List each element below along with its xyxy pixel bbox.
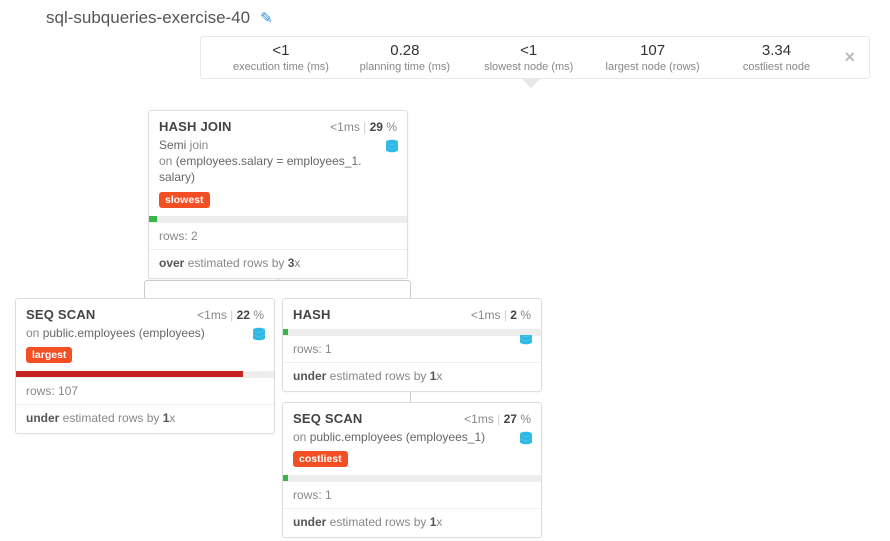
progress-bar xyxy=(149,216,407,222)
stat-label: execution time (ms) xyxy=(219,61,343,73)
stat-largest-node: 107 largest node (rows) xyxy=(591,42,715,73)
est-word: under xyxy=(26,411,59,425)
database-icon xyxy=(385,139,399,158)
progress-bar xyxy=(283,329,541,335)
node-title: HASH xyxy=(293,307,331,322)
database-icon xyxy=(252,327,266,346)
stat-value: 107 xyxy=(591,42,715,59)
page-title-row: sql-subqueries-exercise-40 ✎ xyxy=(46,8,273,28)
est-word: over xyxy=(159,256,184,270)
scan-target: public.employees (employees_1) xyxy=(310,430,485,444)
rows-label: rows: 107 xyxy=(16,377,274,405)
stat-value: <1 xyxy=(219,42,343,59)
badge-slowest: slowest xyxy=(159,192,210,208)
stat-label: slowest node (ms) xyxy=(467,61,591,73)
est-word: under xyxy=(293,369,326,383)
node-meta: <1ms | 29 % xyxy=(330,120,397,134)
node-time: <1ms xyxy=(197,308,227,322)
node-body: on public.employees (employees) largest … xyxy=(16,325,274,433)
stat-value: 0.28 xyxy=(343,42,467,59)
node-pct: 29 xyxy=(370,120,383,134)
node-seq-scan-1[interactable]: SEQ SCAN <1ms | 22 % on public.employees… xyxy=(15,298,275,434)
scan-target: public.employees (employees) xyxy=(43,326,205,340)
node-time: <1ms xyxy=(464,412,494,426)
node-body: on public.employees (employees_1) costli… xyxy=(283,429,541,537)
node-pct: 22 xyxy=(237,308,250,322)
stat-label: largest node (rows) xyxy=(591,61,715,73)
node-description: on public.employees (employees_1) xyxy=(293,429,531,445)
stat-execution-time: <1 execution time (ms) xyxy=(219,42,343,73)
on-label: on xyxy=(293,430,310,444)
badge-costliest: costliest xyxy=(293,451,348,467)
node-time: <1ms xyxy=(330,120,360,134)
progress-bar xyxy=(16,371,274,377)
node-description: on public.employees (employees) xyxy=(26,325,264,341)
node-meta: <1ms | 2 % xyxy=(471,308,531,322)
node-hash[interactable]: HASH <1ms | 2 % rows: 1 under estimated … xyxy=(282,298,542,392)
estimate-label: over estimated rows by 3x xyxy=(149,250,407,278)
stat-planning-time: 0.28 planning time (ms) xyxy=(343,42,467,73)
on-label: on xyxy=(159,154,176,168)
node-header: HASH <1ms | 2 % xyxy=(283,299,541,325)
rows-value: 2 xyxy=(191,229,198,243)
rows-label: rows: 1 xyxy=(283,335,541,363)
node-header: SEQ SCAN <1ms | 27 % xyxy=(283,403,541,429)
pct-sign: % xyxy=(386,120,397,134)
node-title: SEQ SCAN xyxy=(26,307,96,322)
rows-value: 1 xyxy=(325,342,332,356)
rows-label: rows: 1 xyxy=(283,481,541,509)
stat-value: <1 xyxy=(467,42,591,59)
estimate-label: under estimated rows by 1x xyxy=(16,405,274,433)
estimate-label: under estimated rows by 1x xyxy=(283,509,541,537)
node-pct: 27 xyxy=(504,412,517,426)
node-description: Semi join on (employees.salary = employe… xyxy=(159,137,397,186)
close-icon[interactable]: × xyxy=(838,47,861,68)
join-word: join xyxy=(186,138,208,152)
stat-value: 3.34 xyxy=(715,42,839,59)
stat-label: planning time (ms) xyxy=(343,61,467,73)
est-word: under xyxy=(293,515,326,529)
node-header: HASH JOIN <1ms | 29 % xyxy=(149,111,407,137)
edit-icon[interactable]: ✎ xyxy=(260,9,273,27)
pct-sign: % xyxy=(253,308,264,322)
stats-bar: <1 execution time (ms) 0.28 planning tim… xyxy=(200,36,870,79)
node-body: rows: 1 under estimated rows by 1x xyxy=(283,329,541,391)
node-meta: <1ms | 27 % xyxy=(464,412,531,426)
stat-label: costliest node xyxy=(715,61,839,73)
on-label: on xyxy=(26,326,43,340)
estimate-label: under estimated rows by 1x xyxy=(283,363,541,391)
pct-sign: % xyxy=(520,412,531,426)
node-title: SEQ SCAN xyxy=(293,411,363,426)
badge-largest: largest xyxy=(26,347,72,363)
stat-slowest-node: <1 slowest node (ms) xyxy=(467,42,591,73)
node-header: SEQ SCAN <1ms | 22 % xyxy=(16,299,274,325)
stat-costliest-node: 3.34 costliest node xyxy=(715,42,839,73)
database-icon xyxy=(519,431,533,450)
rows-value: 1 xyxy=(325,488,332,502)
node-time: <1ms xyxy=(471,308,501,322)
plan-title: sql-subqueries-exercise-40 xyxy=(46,8,250,28)
join-type: Semi xyxy=(159,138,186,152)
node-title: HASH JOIN xyxy=(159,119,232,134)
rows-value: 107 xyxy=(58,384,78,398)
node-pct: 2 xyxy=(510,308,517,322)
node-body: Semi join on (employees.salary = employe… xyxy=(149,137,407,278)
node-meta: <1ms | 22 % xyxy=(197,308,264,322)
connector-branch xyxy=(144,280,411,298)
pct-sign: % xyxy=(520,308,531,322)
rows-label: rows: 2 xyxy=(149,222,407,250)
node-hash-join[interactable]: HASH JOIN <1ms | 29 % Semi join on (empl… xyxy=(148,110,408,279)
node-seq-scan-2[interactable]: SEQ SCAN <1ms | 27 % on public.employees… xyxy=(282,402,542,538)
progress-bar xyxy=(283,475,541,481)
join-condition: (employees.salary = employees_1. salary) xyxy=(159,154,361,184)
